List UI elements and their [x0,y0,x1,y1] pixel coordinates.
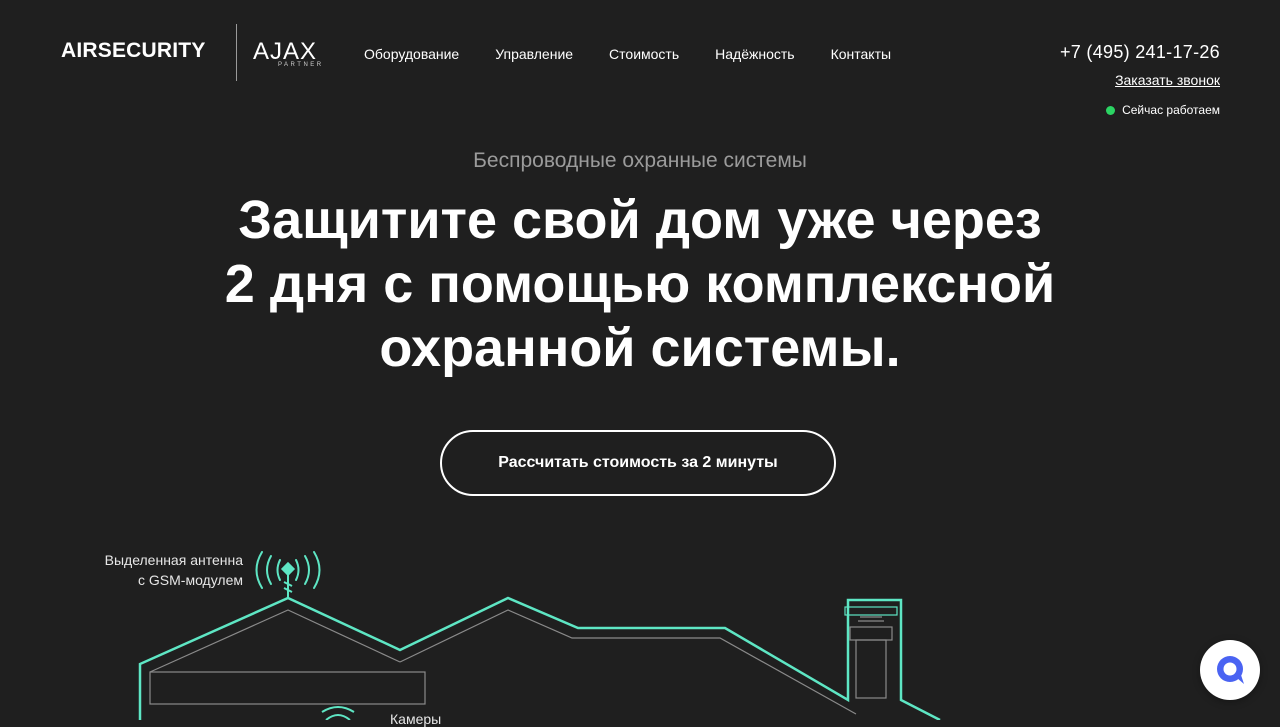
calculate-cost-button[interactable]: Рассчитать стоимость за 2 минуты [440,430,836,496]
status-dot-icon [1106,105,1116,115]
camera-icon [321,706,355,720]
status-text: Сейчас работаем [1122,103,1220,117]
callback-link[interactable]: Заказать звонок [1115,72,1220,88]
headline-line-3: охранной системы. [379,318,901,378]
headline-line-2: 2 дня с помощью комплексной [224,254,1056,314]
hero-headline: Защитите свой дом уже через 2 дня с помо… [0,188,1280,380]
nav-item-contacts[interactable]: Контакты [831,46,891,62]
camera-label: Камеры [390,711,442,727]
ajax-partner-logo[interactable]: AJAX PARTNER [253,38,349,70]
hero-eyebrow: Беспроводные охранные системы [473,149,807,172]
nav-item-control[interactable]: Управление [495,46,573,62]
headline-line-1: Защитите свой дом уже через [238,190,1042,250]
nav-item-pricing[interactable]: Стоимость [609,46,679,62]
roof-outline [138,596,941,720]
phone-number[interactable]: +7 (495) 241-17-26 [1060,42,1220,63]
nav-item-reliability[interactable]: Надёжность [715,46,794,62]
house-illustration [138,551,941,720]
ajax-logo-sub: PARTNER [278,62,324,68]
antenna-mast [280,561,296,598]
main-nav: Оборудование Управление Стоимость Надёжн… [364,46,891,62]
work-status: Сейчас работаем [1106,103,1220,117]
brand-logo[interactable]: AIRSECURITY [61,39,206,63]
logo-divider [236,24,237,81]
chat-widget-button[interactable] [1200,640,1260,700]
nav-item-equipment[interactable]: Оборудование [364,46,459,62]
chat-bubble-icon [1217,656,1244,684]
